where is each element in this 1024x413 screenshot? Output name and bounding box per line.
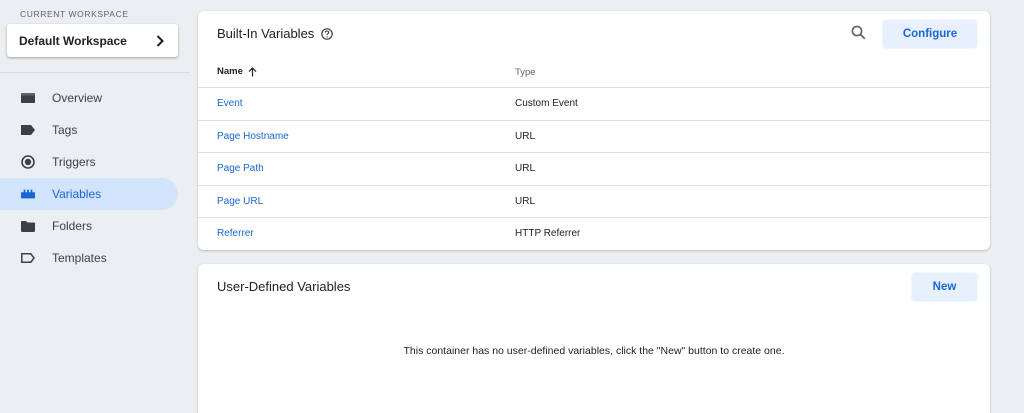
- divider: [0, 72, 190, 73]
- column-header-label: Name: [217, 66, 243, 77]
- sidebar-item-variables[interactable]: Variables: [0, 178, 178, 210]
- variable-name-link[interactable]: Referrer: [217, 228, 254, 239]
- table-row: Page Hostname URL: [198, 121, 990, 153]
- search-icon[interactable]: [849, 23, 867, 41]
- template-icon: [21, 251, 35, 265]
- variable-type: URL: [515, 163, 536, 174]
- sidebar-item-overview[interactable]: Overview: [0, 82, 178, 114]
- chevron-right-icon: [156, 34, 166, 48]
- sidebar-item-label: Templates: [52, 251, 107, 265]
- configure-button[interactable]: Configure: [883, 20, 977, 48]
- builtin-variables-card: Built-In Variables Configure Name Type E…: [198, 11, 990, 250]
- card-title: User-Defined Variables: [217, 279, 351, 294]
- variables-icon: [21, 187, 35, 201]
- workspace-selector[interactable]: Default Workspace: [7, 24, 178, 57]
- sidebar-item-tags[interactable]: Tags: [0, 114, 178, 146]
- folder-icon: [21, 219, 35, 233]
- new-variable-button[interactable]: New: [912, 273, 977, 301]
- variable-type: URL: [515, 130, 536, 142]
- builtin-variables-table: Name Type Event Custom Event Page Hostna…: [198, 56, 990, 251]
- workspace-label: CURRENT WORKSPACE: [20, 9, 129, 19]
- help-icon[interactable]: [321, 27, 334, 40]
- empty-state-message: This container has no user-defined varia…: [403, 345, 785, 357]
- variable-type: HTTP Referrer: [515, 228, 581, 239]
- overview-icon: [21, 91, 35, 105]
- sidebar-item-label: Tags: [52, 123, 78, 137]
- sidebar-item-label: Overview: [52, 91, 103, 105]
- sidebar-item-folders[interactable]: Folders: [0, 210, 178, 242]
- sidebar-item-triggers[interactable]: Triggers: [0, 146, 178, 178]
- sidebar-item-label: Folders: [52, 219, 93, 233]
- table-row: Referrer HTTP Referrer: [198, 218, 990, 251]
- sidebar-item-label: Triggers: [52, 155, 96, 169]
- table-header: Name Type: [198, 56, 990, 88]
- table-row: Page Path URL: [198, 153, 990, 186]
- sidebar-item-label: Variables: [52, 187, 102, 201]
- table-row: Event Custom Event: [198, 88, 990, 121]
- arrow-up-icon: [248, 66, 257, 77]
- sidebar-item-templates[interactable]: Templates: [0, 242, 178, 274]
- variable-name-link[interactable]: Page Hostname: [217, 131, 289, 142]
- variable-type: URL: [515, 195, 536, 207]
- user-defined-variables-card: User-Defined Variables New This containe…: [198, 264, 990, 413]
- variable-name-link[interactable]: Page Path: [217, 163, 264, 174]
- variable-type: Custom Event: [515, 98, 578, 109]
- workspace-name: Default Workspace: [19, 33, 127, 48]
- sidebar-nav: Overview Tags Triggers Variables Folders: [0, 82, 190, 274]
- trigger-icon: [21, 155, 35, 169]
- tag-icon: [21, 123, 35, 137]
- column-header-type: Type: [515, 67, 536, 78]
- table-row: Page URL URL: [198, 186, 990, 218]
- builtin-variables-header: Built-In Variables: [217, 26, 334, 41]
- sidebar: CURRENT WORKSPACE Default Workspace Over…: [0, 0, 190, 413]
- card-title: Built-In Variables: [217, 26, 315, 41]
- variable-name-link[interactable]: Page URL: [217, 196, 263, 207]
- column-header-name[interactable]: Name: [217, 66, 257, 77]
- variable-name-link[interactable]: Event: [217, 98, 243, 109]
